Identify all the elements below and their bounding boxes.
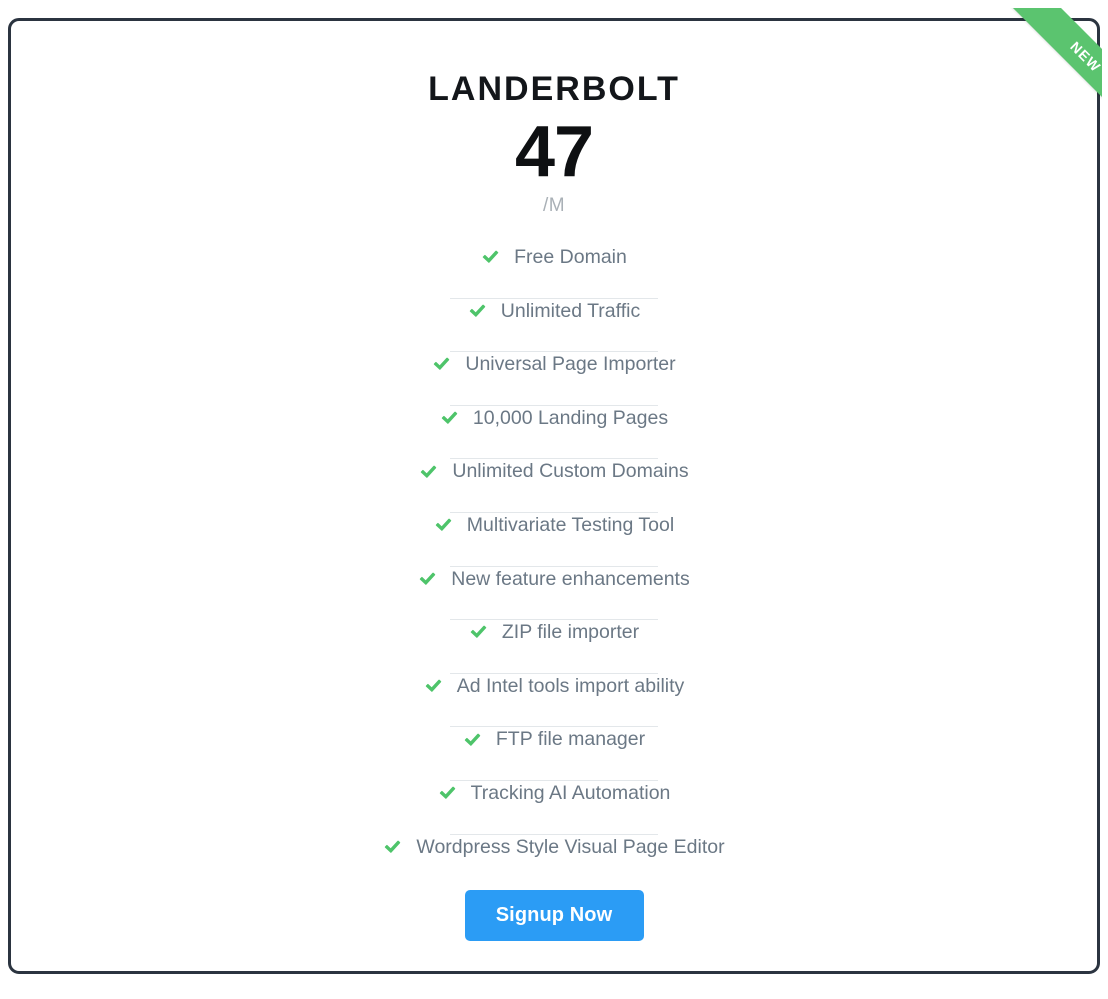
check-icon (469, 623, 488, 642)
check-icon (383, 838, 402, 857)
feature-label: Unlimited Traffic (500, 299, 641, 322)
feature-label: ZIP file importer (501, 621, 640, 644)
feature-item-content: Ad Intel tools import ability (424, 674, 685, 697)
feature-item-content: Multivariate Testing Tool (434, 513, 674, 536)
feature-label: Ad Intel tools import ability (456, 674, 685, 697)
feature-label: Multivariate Testing Tool (466, 513, 675, 536)
check-icon (419, 463, 438, 482)
check-icon (438, 784, 457, 803)
feature-item-content: Unlimited Traffic (468, 299, 640, 322)
feature-label: Universal Page Importer (465, 353, 676, 376)
feature-item: FTP file manager (11, 727, 1097, 781)
feature-list: Free Domain Unlimited Traffic Universal Pa… (11, 245, 1097, 888)
feature-label: Unlimited Custom Domains (452, 460, 689, 483)
feature-item-content: ZIP file importer (469, 620, 639, 643)
feature-label: New feature enhancements (451, 567, 690, 590)
feature-item: ZIP file importer (11, 620, 1097, 674)
feature-item: Unlimited Traffic (11, 299, 1097, 353)
feature-label: FTP file manager (495, 728, 646, 751)
feature-item-content: Unlimited Custom Domains (419, 459, 689, 483)
feature-item: Universal Page Importer (11, 352, 1097, 406)
feature-item: Wordpress Style Visual Page Editor (11, 835, 1097, 889)
feature-label: 10,000 Landing Pages (472, 406, 669, 429)
feature-item: Tracking AI Automation (11, 781, 1097, 835)
page-title: LANDERBOLT (428, 70, 680, 108)
feature-item: Multivariate Testing Tool (11, 513, 1097, 567)
feature-item-content: Universal Page Importer (432, 352, 676, 376)
cta-container: Signup Now (11, 890, 1097, 941)
check-icon (468, 302, 487, 321)
check-icon (424, 677, 443, 696)
check-icon (481, 248, 500, 267)
feature-item: Ad Intel tools import ability (11, 674, 1097, 728)
pricing-card: LANDERBOLT 47 /M Free Domain Unlimited Tr… (8, 8, 1102, 974)
pricing-card-body: LANDERBOLT 47 /M Free Domain Unlimited Tr… (8, 18, 1100, 974)
feature-item-content: Free Domain (481, 245, 627, 268)
price-period: /M (542, 195, 566, 216)
feature-item-content: Tracking AI Automation (438, 781, 671, 804)
feature-label: Wordpress Style Visual Page Editor (416, 835, 725, 858)
feature-item-content: Wordpress Style Visual Page Editor (383, 835, 725, 858)
feature-item-content: 10,000 Landing Pages (440, 406, 668, 429)
feature-item: Unlimited Custom Domains (11, 459, 1097, 513)
feature-label: Tracking AI Automation (470, 781, 671, 804)
check-icon (463, 731, 482, 750)
check-icon (432, 355, 451, 374)
feature-item: 10,000 Landing Pages (11, 406, 1097, 460)
check-icon (418, 570, 437, 589)
feature-item-content: New feature enhancements (418, 567, 690, 590)
check-icon (440, 409, 459, 428)
feature-item: Free Domain (11, 245, 1097, 299)
feature-item-content: FTP file manager (463, 727, 645, 750)
price-amount: 47 (514, 112, 594, 192)
check-icon (434, 516, 453, 535)
feature-item: New feature enhancements (11, 567, 1097, 621)
signup-now-button[interactable]: Signup Now (464, 890, 644, 941)
feature-label: Free Domain (514, 246, 627, 268)
